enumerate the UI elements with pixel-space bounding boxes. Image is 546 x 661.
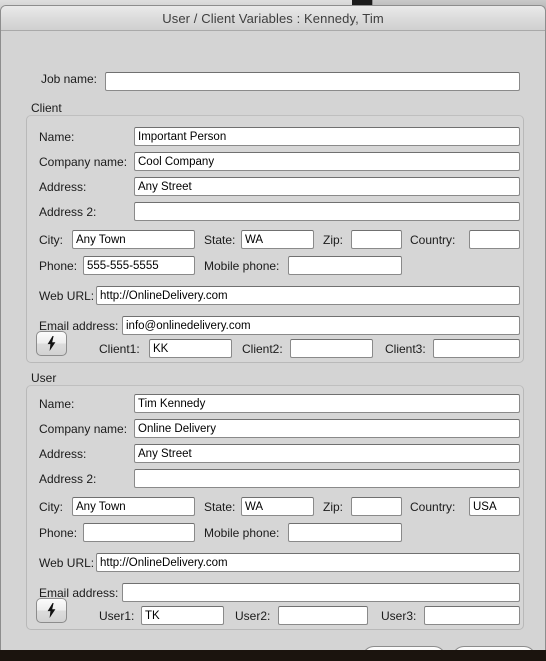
client-state-label: State:	[204, 233, 236, 247]
user-name-label: Name:	[39, 397, 75, 411]
client-name-input[interactable]	[134, 127, 520, 146]
user-custom3-label: User3:	[381, 609, 417, 623]
client-address-input[interactable]	[134, 177, 520, 196]
user-state-input[interactable]	[241, 497, 314, 516]
user-name-input[interactable]	[134, 394, 520, 413]
user-client-variables-dialog: User / Client Variables : Kennedy, Tim J…	[0, 5, 546, 650]
client-weburl-label: Web URL:	[39, 289, 95, 303]
dialog-content: Job name: Client Name: Company name: Add…	[1, 31, 545, 650]
client-mobile-input[interactable]	[288, 256, 402, 275]
client-phone-input[interactable]	[83, 256, 195, 275]
user-company-input[interactable]	[134, 419, 520, 438]
user-custom2-label: User2:	[235, 609, 271, 623]
job-name-row: Job name:	[34, 73, 97, 85]
user-address2-input[interactable]	[134, 469, 520, 488]
client-city-label: City:	[39, 233, 63, 247]
user-city-input[interactable]	[72, 497, 195, 516]
client-zip-label: Zip:	[323, 233, 344, 247]
client-email-input[interactable]	[122, 316, 520, 335]
client-company-label: Company name:	[39, 155, 128, 169]
client-country-label: Country:	[410, 233, 456, 247]
user-state-label: State:	[204, 500, 236, 514]
client-address2-input[interactable]	[134, 202, 520, 221]
user-bolt-button[interactable]	[36, 598, 67, 623]
client-custom2-input[interactable]	[290, 339, 373, 358]
user-zip-input[interactable]	[351, 497, 402, 516]
job-name-label: Job name:	[40, 72, 97, 86]
user-custom1-input[interactable]	[141, 606, 224, 625]
user-group-label: User	[31, 371, 57, 385]
user-city-label: City:	[39, 500, 63, 514]
client-city-input[interactable]	[72, 230, 195, 249]
client-company-input[interactable]	[134, 152, 520, 171]
ok-button[interactable]: OK	[452, 646, 536, 650]
client-zip-input[interactable]	[351, 230, 402, 249]
job-name-input[interactable]	[105, 72, 520, 91]
client-bolt-button[interactable]	[36, 331, 67, 356]
user-mobile-input[interactable]	[288, 523, 402, 542]
client-custom1-label: Client1:	[99, 342, 140, 356]
user-phone-input[interactable]	[83, 523, 195, 542]
user-address2-label: Address 2:	[39, 472, 97, 486]
user-weburl-label: Web URL:	[39, 556, 95, 570]
client-country-input[interactable]	[469, 230, 520, 249]
user-country-label: Country:	[410, 500, 456, 514]
user-custom2-input[interactable]	[278, 606, 368, 625]
client-custom3-label: Client3:	[385, 342, 426, 356]
client-weburl-input[interactable]	[96, 286, 520, 305]
client-state-input[interactable]	[241, 230, 314, 249]
cancel-button[interactable]: Cancel	[362, 646, 446, 650]
client-address2-label: Address 2:	[39, 205, 97, 219]
user-weburl-input[interactable]	[96, 553, 520, 572]
user-custom3-input[interactable]	[424, 606, 520, 625]
user-custom1-label: User1:	[99, 609, 135, 623]
user-mobile-label: Mobile phone:	[204, 526, 280, 540]
dialog-title: User / Client Variables : Kennedy, Tim	[162, 10, 384, 26]
client-name-label: Name:	[39, 130, 75, 144]
lightning-bolt-icon	[47, 336, 56, 351]
user-zip-label: Zip:	[323, 500, 344, 514]
user-phone-label: Phone:	[39, 526, 78, 540]
client-phone-label: Phone:	[39, 259, 78, 273]
client-group-label: Client	[31, 101, 62, 115]
dialog-titlebar: User / Client Variables : Kennedy, Tim	[1, 6, 545, 31]
user-email-input[interactable]	[122, 583, 520, 602]
client-mobile-label: Mobile phone:	[204, 259, 280, 273]
client-custom2-label: Client2:	[242, 342, 283, 356]
user-address-input[interactable]	[134, 444, 520, 463]
lightning-bolt-icon	[47, 603, 56, 618]
client-custom1-input[interactable]	[149, 339, 232, 358]
user-address-label: Address:	[39, 447, 87, 461]
user-company-label: Company name:	[39, 422, 128, 436]
client-custom3-input[interactable]	[433, 339, 520, 358]
user-country-input[interactable]	[469, 497, 520, 516]
client-address-label: Address:	[39, 180, 87, 194]
